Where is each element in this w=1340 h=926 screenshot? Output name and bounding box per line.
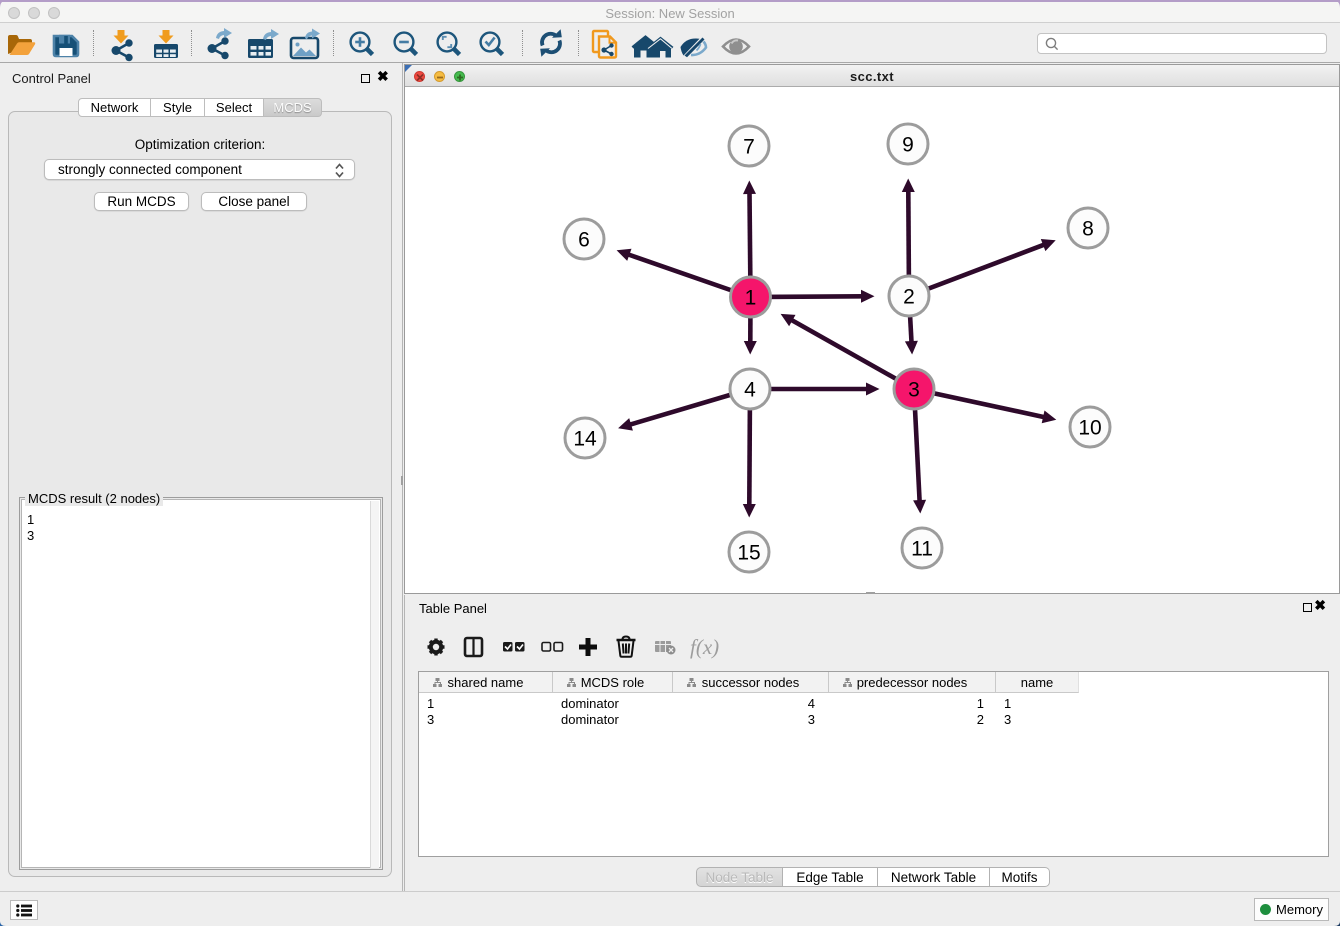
svg-text:11: 11 (911, 538, 933, 561)
svg-text:6: 6 (578, 229, 590, 252)
svg-text:4: 4 (744, 379, 756, 402)
svg-text:f(x): f(x) (690, 635, 719, 659)
svg-text:3: 3 (908, 379, 920, 402)
svg-text:15: 15 (737, 542, 760, 565)
svg-text:7: 7 (743, 136, 755, 159)
svg-text:8: 8 (1082, 218, 1094, 241)
svg-text:10: 10 (1078, 417, 1101, 440)
svg-text:9: 9 (902, 134, 914, 157)
svg-text:1: 1 (745, 287, 757, 310)
svg-text:2: 2 (903, 286, 915, 309)
svg-text:14: 14 (573, 428, 597, 451)
